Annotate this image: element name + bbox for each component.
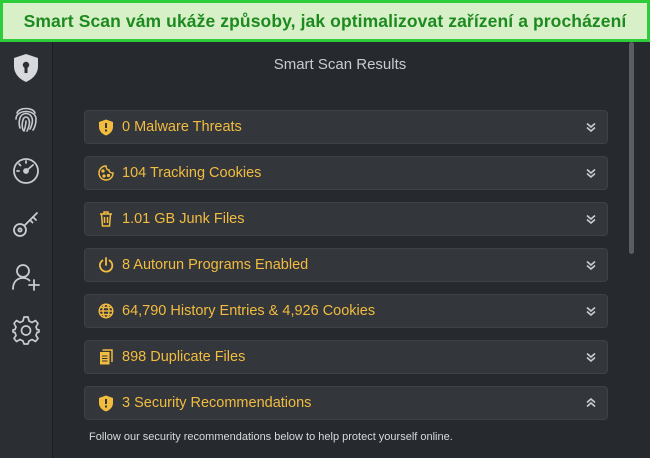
chevron-down-icon[interactable]: [585, 121, 597, 133]
chevron-down-icon[interactable]: [585, 167, 597, 179]
result-label: 1.01 GB Junk Files: [122, 211, 245, 227]
gear-icon: [12, 316, 40, 345]
shield-icon: [14, 54, 38, 82]
files-icon: [97, 348, 115, 366]
sidebar-item-settings[interactable]: [7, 311, 45, 349]
result-row-malware[interactable]: 0 Malware Threats: [84, 110, 608, 144]
sidebar: [0, 42, 53, 458]
chevron-down-icon[interactable]: [585, 259, 597, 271]
result-row-junk[interactable]: 1.01 GB Junk Files: [84, 202, 608, 236]
globe-icon: [97, 302, 115, 320]
chevron-down-icon[interactable]: [585, 305, 597, 317]
shield-icon: [97, 118, 115, 136]
result-label: 64,790 History Entries & 4,926 Cookies: [122, 303, 376, 319]
sidebar-item-passwords[interactable]: [7, 205, 45, 243]
recommendation-text: Follow our security recommendations belo…: [89, 431, 453, 443]
chevron-up-icon[interactable]: [585, 397, 597, 409]
result-row-cookies[interactable]: 104 Tracking Cookies: [84, 156, 608, 190]
result-label: 3 Security Recommendations: [122, 395, 312, 411]
speedometer-icon: [13, 158, 39, 184]
caption-text: Smart Scan vám ukáže způsoby, jak optima…: [23, 10, 627, 31]
cookie-icon: [97, 164, 115, 182]
result-row-duplicates[interactable]: 898 Duplicate Files: [84, 340, 608, 374]
power-icon: [97, 256, 115, 274]
result-row-security[interactable]: 3 Security Recommendations: [84, 386, 608, 420]
scrollbar[interactable]: [629, 42, 634, 254]
sidebar-item-accounts[interactable]: [7, 258, 45, 296]
sidebar-item-privacy[interactable]: [7, 99, 45, 137]
add-user-icon: [12, 264, 40, 291]
result-row-history[interactable]: 64,790 History Entries & 4,926 Cookies: [84, 294, 608, 328]
shield-icon: [97, 394, 115, 412]
key-icon: [13, 212, 38, 237]
result-label: 898 Duplicate Files: [122, 349, 246, 365]
result-label: 104 Tracking Cookies: [122, 165, 262, 181]
sidebar-item-protection[interactable]: [7, 49, 45, 87]
chevron-down-icon[interactable]: [585, 213, 597, 225]
chevron-down-icon[interactable]: [585, 351, 597, 363]
result-row-autorun[interactable]: 8 Autorun Programs Enabled: [84, 248, 608, 282]
page-title: Smart Scan Results: [273, 56, 407, 73]
caption-banner: Smart Scan vám ukáže způsoby, jak optima…: [0, 0, 650, 42]
fingerprint-icon: [15, 107, 37, 132]
result-label: 0 Malware Threats: [122, 119, 242, 135]
sidebar-item-performance[interactable]: [7, 152, 45, 190]
trash-icon: [97, 210, 115, 228]
result-label: 8 Autorun Programs Enabled: [122, 257, 309, 273]
